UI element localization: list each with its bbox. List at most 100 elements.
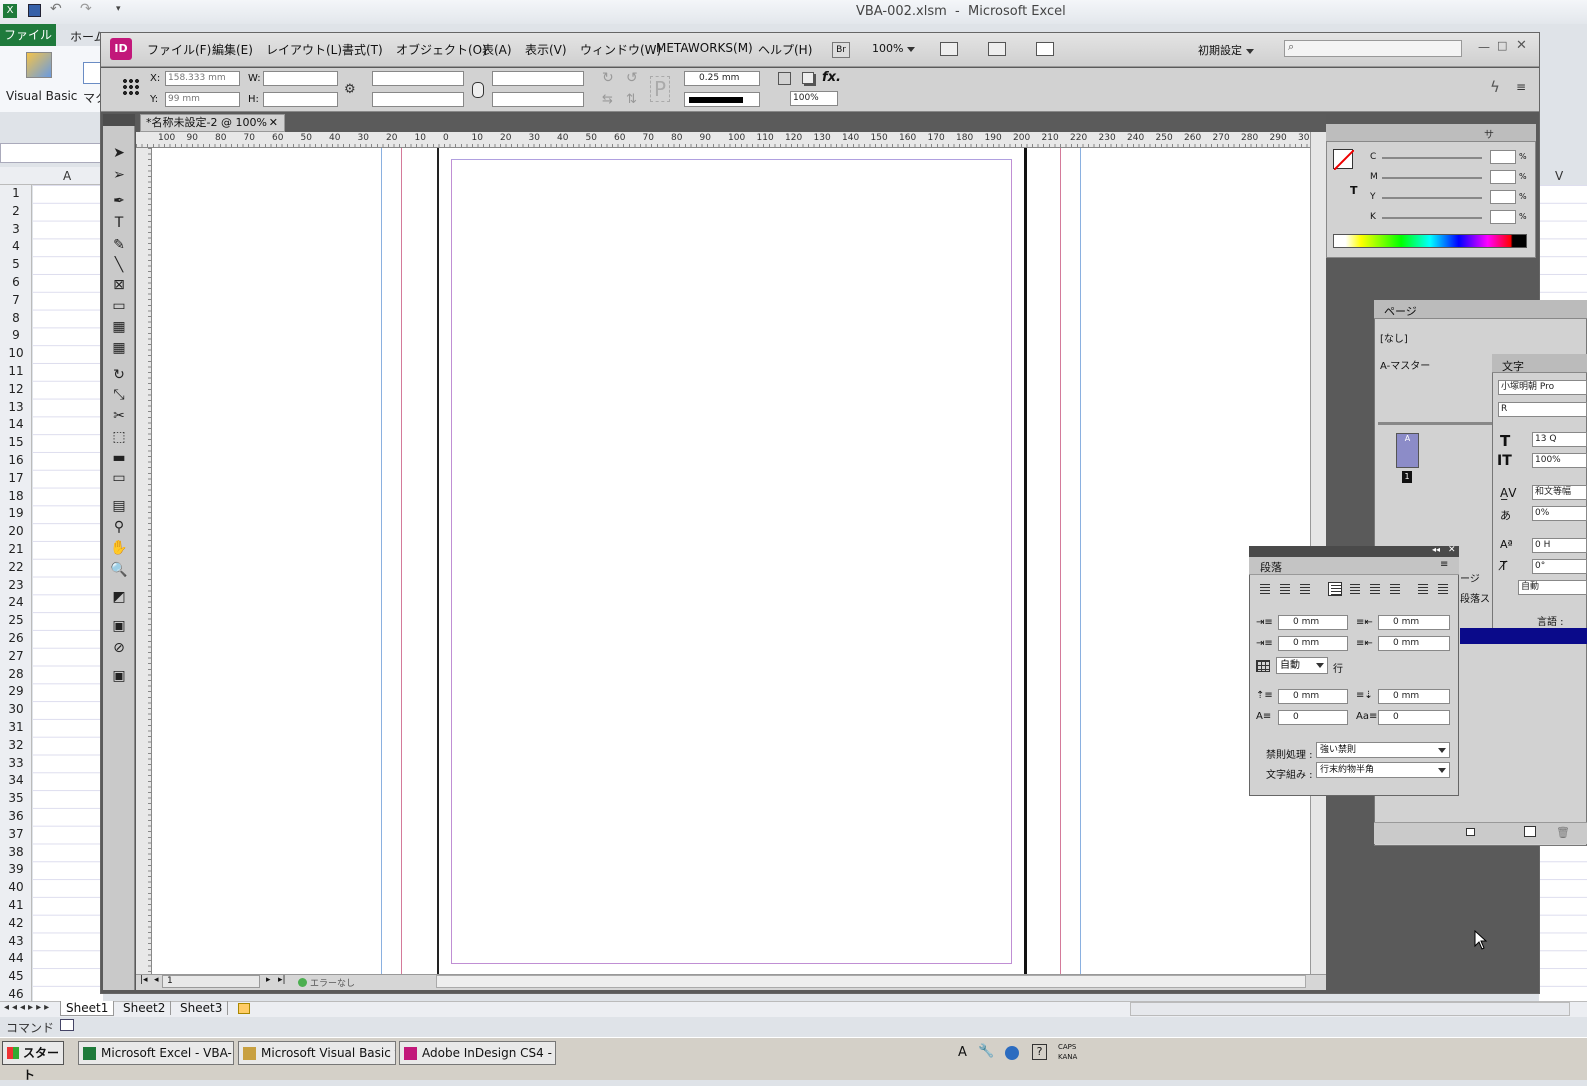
row-header[interactable]: 4 [0,238,32,256]
row-header[interactable]: 8 [0,310,32,328]
justify-all-icon[interactable] [1388,582,1402,596]
row-header[interactable]: 28 [0,666,32,684]
arrange-docs-icon[interactable] [1036,42,1054,56]
taskbar-indesign[interactable]: Adobe InDesign CS4 - *... [399,1041,556,1065]
row-header[interactable]: 23 [0,577,32,595]
close-tab-icon[interactable]: ✕ [269,115,278,131]
pages-master-item[interactable]: A-マスター [1380,357,1430,372]
panel-menu-icon[interactable]: ≡ [1516,80,1526,94]
container-content-icon[interactable]: ▣ [110,617,128,635]
pages-tab-fragment[interactable]: ージ [1460,570,1480,585]
fill-stroke-icon[interactable]: ◩ [110,588,128,606]
page-nav-last-icon[interactable]: ▸| [278,975,286,985]
ime-dict-icon[interactable] [1005,1046,1019,1060]
font-family-field[interactable]: 小塚明朝 Pro [1498,380,1587,395]
page-thumbnail[interactable]: A [1396,433,1419,468]
save-icon[interactable] [28,4,41,17]
space-after-field[interactable]: 0 mm [1378,689,1450,704]
row-header[interactable]: 12 [0,381,32,399]
insert-sheet-icon[interactable] [238,1003,250,1014]
pages-size-icon[interactable] [1466,828,1475,836]
font-size-field[interactable]: 13 Q [1532,432,1587,447]
cmyk-field-c[interactable] [1490,150,1516,164]
line-tool-icon[interactable]: ╲ [110,256,128,274]
x-field[interactable]: 158.333 mm [165,71,240,86]
redo-icon[interactable]: ↷ [80,1,92,17]
link-icon[interactable] [472,82,484,98]
pages-none-item[interactable]: [なし] [1380,330,1408,345]
apply-none-icon[interactable]: ⊘ [110,639,128,657]
text-swatch-icon[interactable]: T [1350,184,1358,197]
align-right-icon[interactable] [1298,582,1312,596]
vertical-ruler[interactable] [136,148,152,974]
aki-field[interactable]: 自動 [1518,580,1587,595]
menu-item[interactable]: 書式(T) [342,41,383,58]
y-field[interactable]: 99 mm [165,92,240,107]
row-header[interactable]: 44 [0,950,32,968]
align-toward-spine-icon[interactable] [1416,582,1430,596]
formula-bar[interactable] [0,143,104,163]
gradient-tool-icon[interactable]: ▬ [110,449,128,467]
stroke-weight-field[interactable]: 0.25 mm [684,71,760,86]
preflight-status[interactable]: エラーなし [310,976,355,989]
row-header[interactable]: 31 [0,719,32,737]
bridge-button[interactable]: Br [832,42,850,58]
sheet-tab-2[interactable]: Sheet2 [118,1001,172,1015]
mojikumi-select[interactable]: 行末約物半角 [1316,762,1450,778]
file-tab[interactable]: ファイル [0,24,56,46]
page-nav-prev-icon[interactable]: ◂ [154,975,159,985]
skew-field[interactable]: 0° [1532,559,1587,574]
row-header[interactable]: 26 [0,630,32,648]
row-header[interactable]: 7 [0,292,32,310]
row-header[interactable]: 35 [0,790,32,808]
rotate-ccw-icon[interactable]: ↺ [626,70,638,86]
screen-mode-icon[interactable] [988,42,1006,56]
selection-tool-icon[interactable]: ➤ [110,144,128,162]
screen-mode-tool-icon[interactable]: ▣ [110,667,128,685]
row-header[interactable]: 24 [0,594,32,612]
row-header[interactable]: 39 [0,861,32,879]
taskbar-excel[interactable]: Microsoft Excel - VBA-... [78,1041,234,1065]
rotate-tool-icon[interactable]: ↻ [110,366,128,384]
color-spectrum[interactable] [1333,234,1527,248]
kerning-field[interactable]: 和文等幅 [1532,485,1587,500]
direct-selection-tool-icon[interactable]: ➢ [110,166,128,184]
row-header[interactable]: 42 [0,915,32,933]
table-tool-icon[interactable]: ▦ [110,318,128,336]
pen-tool-icon[interactable]: ✒ [110,192,128,210]
shadow-icon[interactable] [802,72,814,84]
row-header[interactable]: 5 [0,256,32,274]
type-tool-icon[interactable]: T [110,214,128,232]
cmyk-slider-k[interactable] [1382,217,1482,219]
help-tray-icon[interactable]: ? [1032,1044,1047,1060]
row-header[interactable]: 21 [0,541,32,559]
constrain-icon[interactable]: ⚙ [344,82,356,97]
grid-tool-icon[interactable]: ▦ [110,339,128,357]
opacity-field[interactable]: 100% [790,91,838,106]
horizontal-scrollbar[interactable] [1130,1002,1570,1016]
menu-item[interactable]: ファイル(F) [147,41,211,58]
row-header[interactable]: 14 [0,416,32,434]
grid-area[interactable] [33,185,103,1002]
menu-item[interactable]: ヘルプ(H) [758,41,812,58]
para-style-tab-fragment[interactable]: 段落ス [1460,590,1490,605]
row-header[interactable]: 3 [0,221,32,239]
w-field[interactable] [263,71,338,86]
row-header[interactable]: 6 [0,274,32,292]
font-style-field[interactable]: R [1498,402,1587,417]
left-indent-field[interactable]: 0 mm [1278,615,1348,630]
leading-select[interactable]: 自動 [1276,657,1328,674]
right-indent-field[interactable]: 0 mm [1378,615,1450,630]
view-options-icon[interactable] [940,42,958,56]
menu-item[interactable]: METAWORKS(M) [656,41,753,55]
row-header[interactable]: 2 [0,203,32,221]
row-header[interactable]: 19 [0,505,32,523]
indesign-logo[interactable]: ID [110,38,132,60]
row-header[interactable]: 41 [0,897,32,915]
row-header[interactable]: 1 [0,185,32,203]
cmyk-field-y[interactable] [1490,190,1516,204]
menu-item[interactable]: ウィンドウ(W) [580,41,661,58]
row-header[interactable]: 9 [0,327,32,345]
justify-right-icon[interactable] [1368,582,1382,596]
cmyk-slider-y[interactable] [1382,197,1482,199]
